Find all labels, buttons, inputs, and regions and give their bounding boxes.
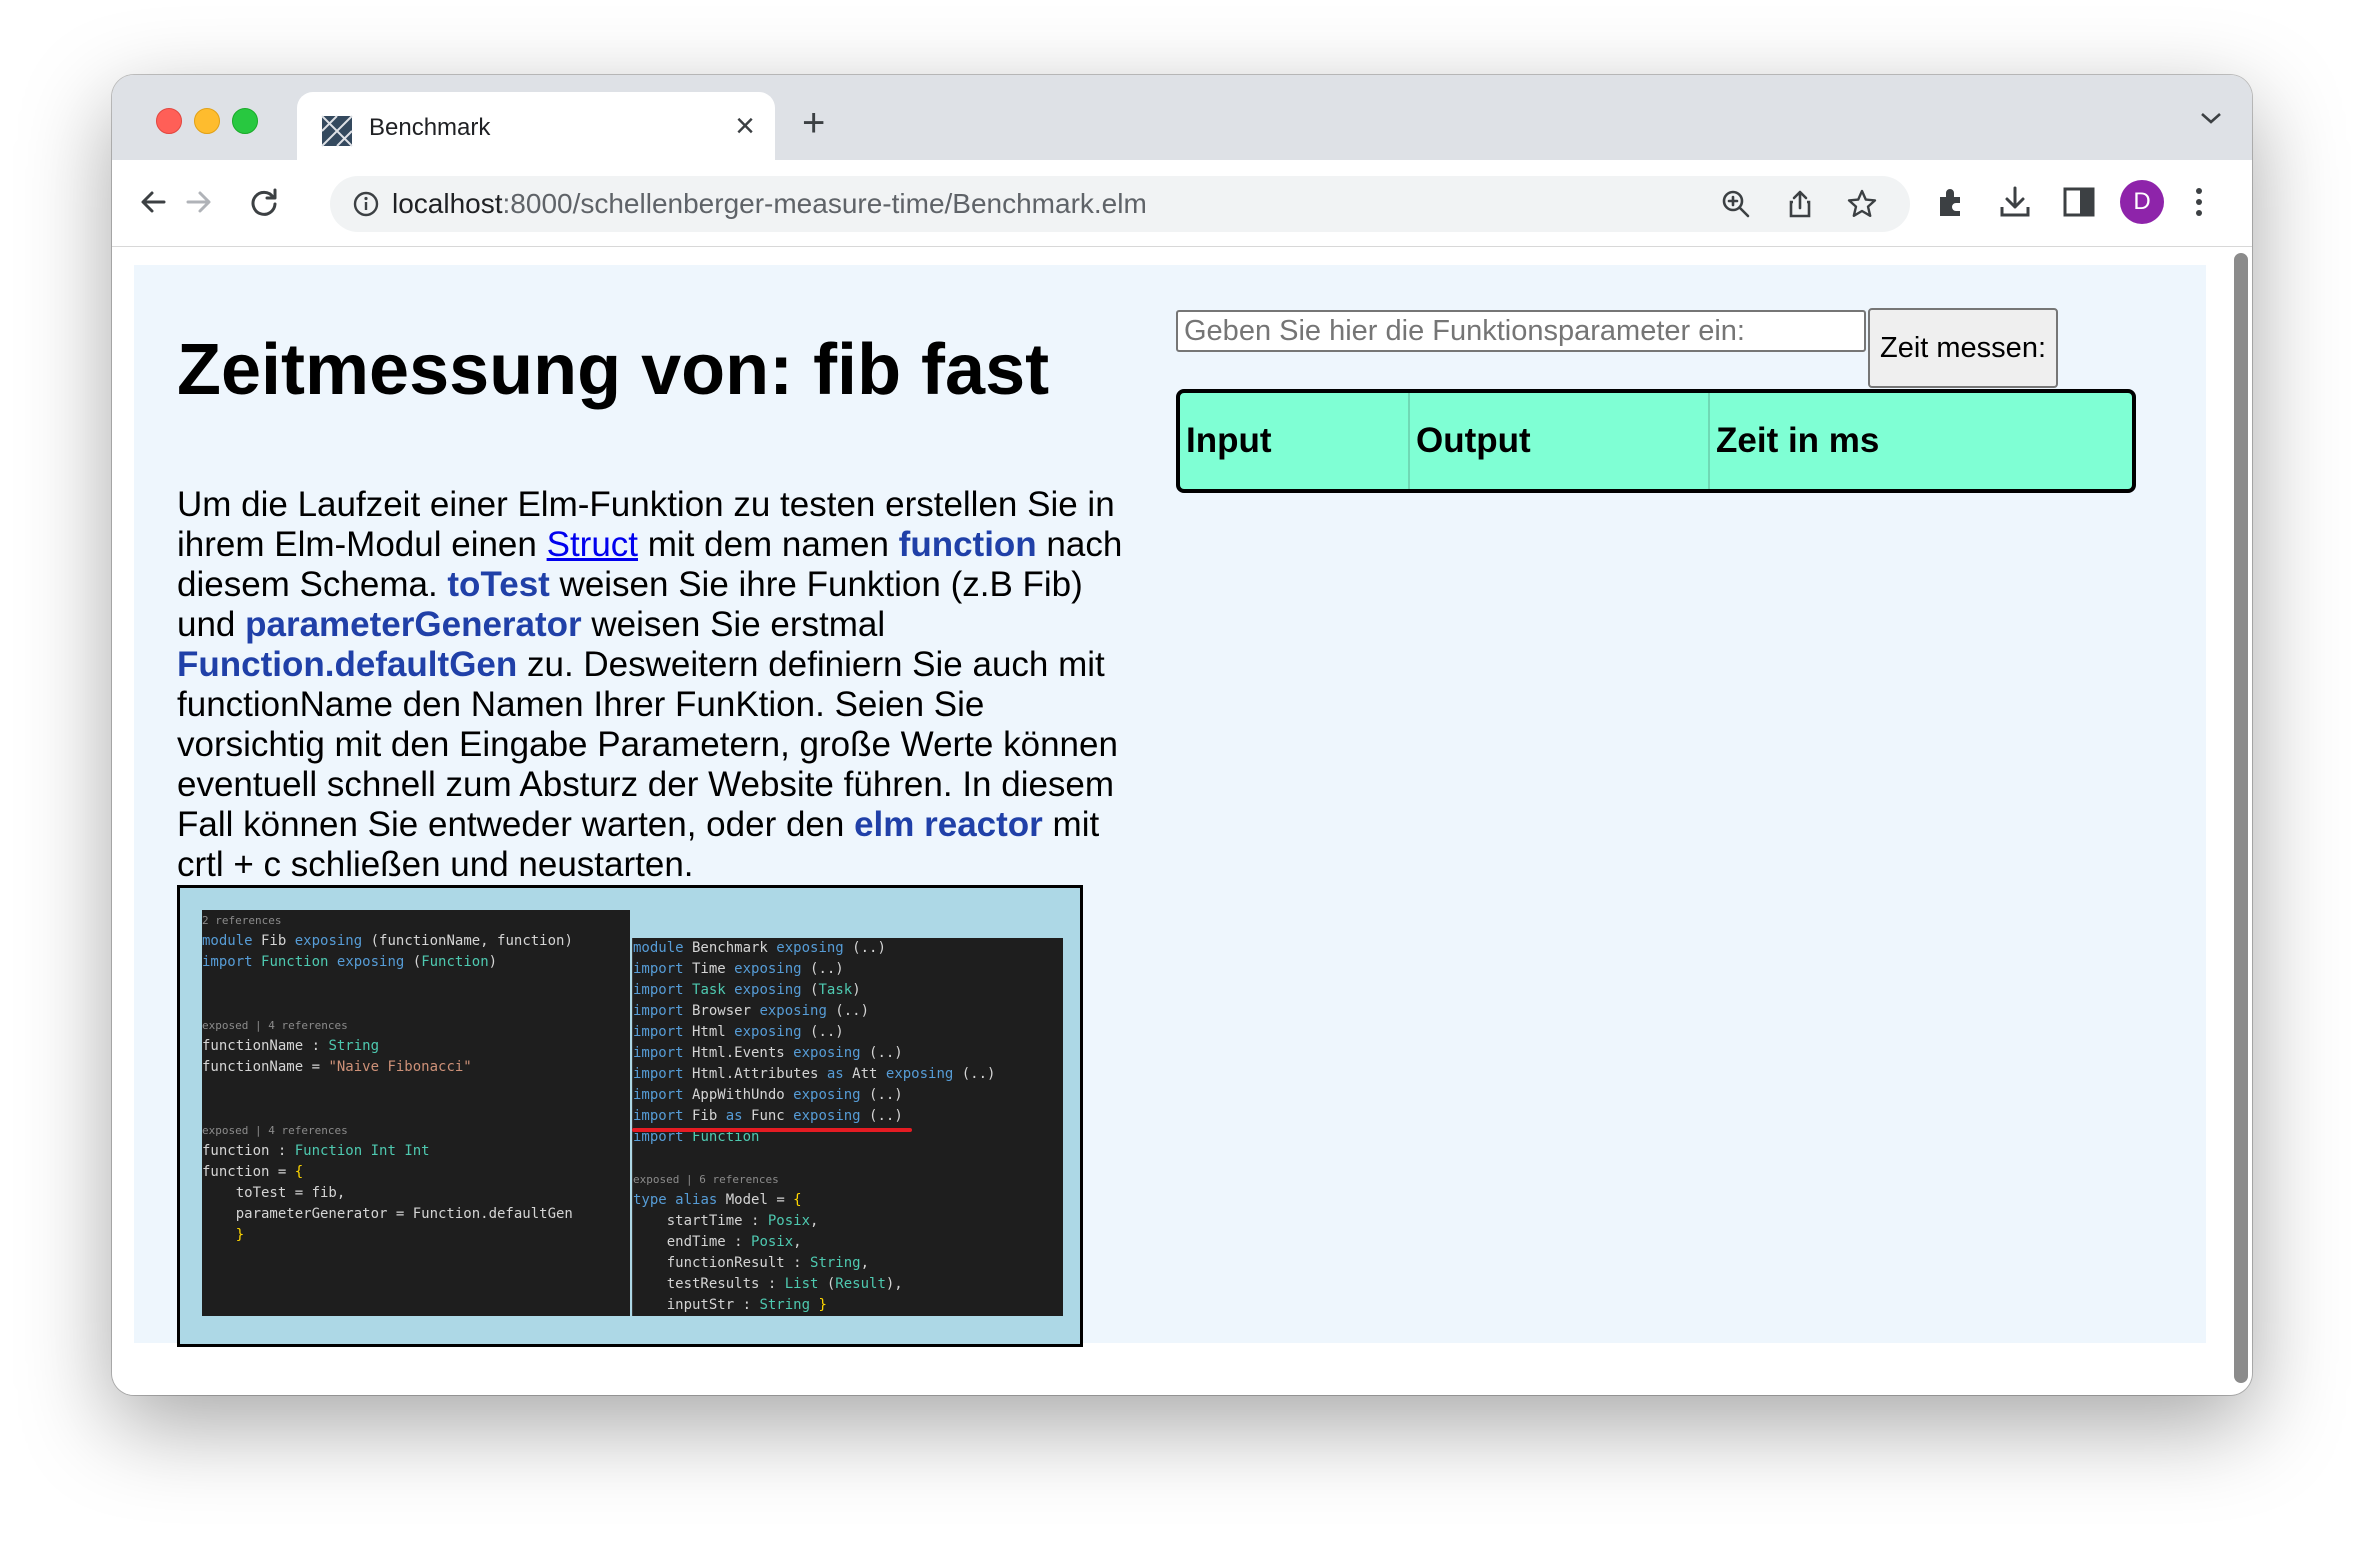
scrollbar[interactable]: [2234, 253, 2248, 1383]
code-line: parameterGenerator = Function.defaultGen: [202, 1206, 573, 1222]
highlighted-term: toTest: [447, 565, 550, 604]
back-arrow-icon[interactable]: [132, 180, 176, 224]
code-reference-hint: exposed | 6 references: [633, 1173, 779, 1186]
column-header-time: Zeit in ms: [1708, 393, 2132, 489]
code-line: module Fib exposing (functionName, funct…: [202, 933, 573, 949]
results-table: Input Output Zeit in ms: [1176, 389, 2136, 493]
code-line: inputStr : String }: [633, 1297, 827, 1313]
function-parameter-input[interactable]: [1176, 310, 1866, 352]
code-line: import AppWithUndo exposing (..): [633, 1087, 903, 1103]
description-segment: weisen Sie erstmal: [581, 605, 886, 644]
code-line: import Html.Events exposing (..): [633, 1045, 903, 1061]
description-text: Um die Laufzeit einer Elm-Funktion zu te…: [177, 485, 1137, 885]
code-pane-fib: 2 references module Fib exposing (functio…: [202, 910, 630, 1316]
extensions-puzzle-icon[interactable]: [1932, 183, 1970, 221]
close-window-button[interactable]: [156, 108, 182, 134]
code-line: functionResult : String,: [633, 1255, 870, 1271]
code-reference-hint: exposed | 4 references: [202, 1124, 348, 1137]
struct-link[interactable]: Struct: [547, 525, 638, 564]
highlighted-term: Function.defaultGen: [177, 645, 518, 684]
code-line: testResults : List (Result),: [633, 1276, 903, 1292]
code-line: toTest = fib,: [202, 1185, 346, 1201]
code-line: import Html.Attributes as Att exposing (…: [633, 1066, 996, 1082]
info-icon[interactable]: [352, 190, 380, 218]
tab-title: Benchmark: [369, 114, 491, 141]
browser-window: Benchmark × + localhost:8000/schellenber…: [112, 75, 2252, 1395]
code-line: functionName : String: [202, 1038, 380, 1054]
app-container: Zeitmessung von: fib fast Um die Laufzei…: [134, 265, 2206, 1347]
code-line: function = {: [202, 1164, 304, 1180]
page-title: Zeitmessung von: fib fast: [177, 330, 1050, 410]
zoom-icon[interactable]: [1720, 188, 1752, 220]
code-line: import Browser exposing (..): [633, 1003, 870, 1019]
browser-toolbar: localhost:8000/schellenberger-measure-ti…: [112, 160, 2252, 247]
measure-time-button[interactable]: Zeit messen:: [1868, 308, 2058, 388]
forward-arrow-icon[interactable]: [176, 180, 220, 224]
address-bar[interactable]: localhost:8000/schellenberger-measure-ti…: [330, 176, 1910, 232]
side-panel-icon[interactable]: [2060, 183, 2098, 221]
code-line: import Html exposing (..): [633, 1024, 844, 1040]
bookmark-star-icon[interactable]: [1846, 188, 1878, 220]
code-line: import Time exposing (..): [633, 961, 844, 977]
code-line: startTime : Posix,: [633, 1213, 819, 1229]
profile-avatar[interactable]: D: [2120, 180, 2164, 224]
highlight-underline: [632, 1128, 912, 1132]
code-screenshot-image: 2 references module Fib exposing (functio…: [177, 885, 1083, 1347]
highlighted-term: elm reactor: [854, 805, 1043, 844]
tab-benchmark[interactable]: Benchmark ×: [297, 92, 775, 160]
chevron-down-icon[interactable]: [2200, 111, 2222, 125]
code-line: functionName = "Naive Fibonacci": [202, 1059, 472, 1075]
code-line: type alias Model = {: [633, 1192, 802, 1208]
new-tab-icon[interactable]: +: [802, 103, 825, 143]
highlighted-term: function: [898, 525, 1037, 564]
code-line: }: [235, 1227, 245, 1243]
code-line: import Task exposing (Task): [633, 982, 861, 998]
description-segment: mit dem namen: [638, 525, 899, 564]
column-header-input: Input: [1186, 421, 1272, 460]
code-line: module Benchmark exposing (..): [633, 940, 886, 956]
reload-icon[interactable]: [242, 180, 286, 224]
code-line: function : Function Int Int: [202, 1143, 430, 1159]
code-line: endTime : Posix,: [633, 1234, 802, 1250]
code-pane-benchmark: module Benchmark exposing (..) import Tim…: [632, 938, 1063, 1316]
page-content: Zeitmessung von: fib fast Um die Laufzei…: [112, 247, 2252, 1395]
more-vertical-icon[interactable]: [2192, 183, 2206, 221]
highlighted-term: parameterGenerator: [245, 605, 582, 644]
fullscreen-window-button[interactable]: [232, 108, 258, 134]
code-reference-hint: exposed | 4 references: [202, 1019, 348, 1032]
url-text: localhost:8000/schellenberger-measure-ti…: [392, 188, 1147, 219]
close-tab-icon[interactable]: ×: [735, 108, 755, 144]
code-line: import Fib as Func exposing (..): [633, 1108, 903, 1124]
tab-strip: Benchmark × +: [112, 75, 2252, 160]
minimize-window-button[interactable]: [194, 108, 220, 134]
download-icon[interactable]: [1996, 183, 2034, 221]
share-icon[interactable]: [1784, 188, 1816, 220]
code-line: import Function exposing (Function): [202, 954, 498, 970]
elm-favicon-icon: [321, 115, 353, 147]
code-reference-hint: 2 references: [202, 914, 282, 927]
column-header-output: Output: [1408, 393, 1708, 489]
